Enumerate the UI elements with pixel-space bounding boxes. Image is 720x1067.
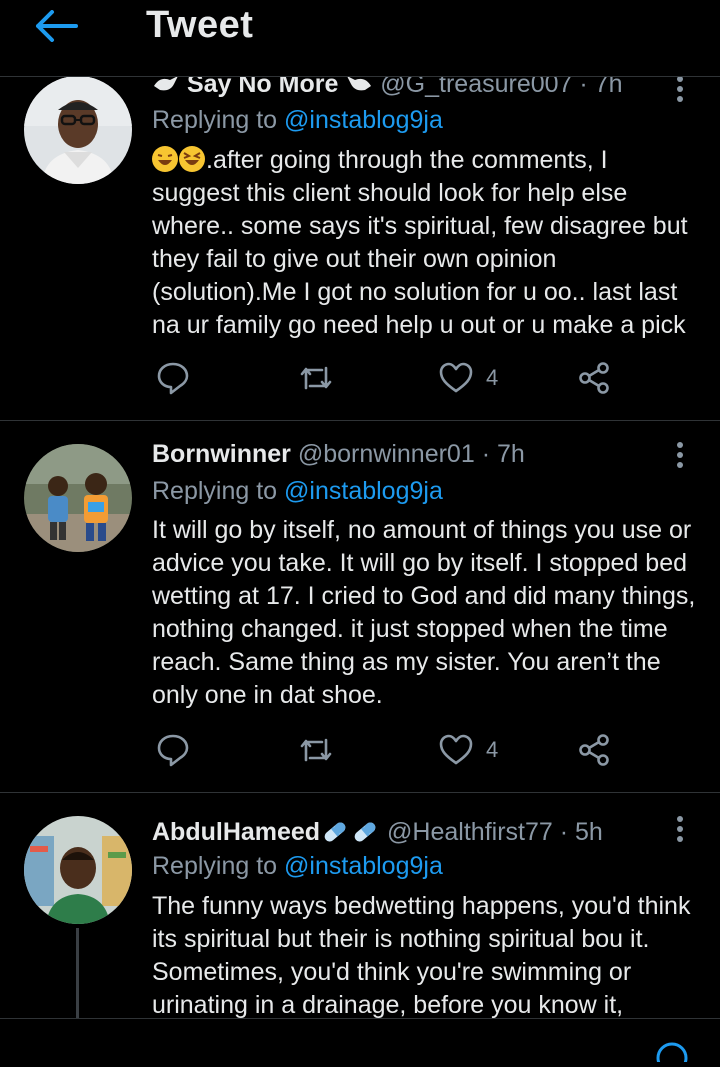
grinning-emoji-icon: [152, 146, 178, 172]
mention-link[interactable]: @instablog9ja: [284, 477, 443, 505]
replying-to: Replying to @instablog9ja: [152, 106, 443, 135]
replying-label: Replying to: [152, 852, 285, 880]
tweet-text: It will go by itself, no amount of thing…: [152, 516, 696, 709]
user-handle: @Healthfirst77: [387, 818, 553, 846]
grinning-emoji-icon: [179, 146, 205, 172]
replying-label: Replying to: [152, 477, 285, 505]
avatar[interactable]: [24, 76, 132, 184]
avatar[interactable]: [24, 816, 132, 924]
user-handle: @bornwinner01: [297, 440, 475, 468]
tweet-reply[interactable]: AbdulHameed @Healthfirst77 · 5h Replying…: [0, 792, 720, 1018]
tweet-text: .after going through the comments, I sug…: [152, 144, 700, 342]
display-name[interactable]: AbdulHameed: [152, 818, 320, 846]
retweet-icon[interactable]: [298, 732, 334, 768]
more-icon[interactable]: [670, 440, 690, 470]
tweet-header: AbdulHameed @Healthfirst77 · 5h: [152, 818, 603, 847]
reply-icon[interactable]: [156, 360, 190, 396]
mention-link[interactable]: @instablog9ja: [284, 106, 443, 134]
reply-icon[interactable]: [156, 732, 190, 768]
tweet-time: · 5h: [559, 818, 603, 846]
mention-link[interactable]: @instablog9ja: [284, 852, 443, 880]
tweet-reply[interactable]: Bornwinner @bornwinner01 · 7h Replying t…: [0, 420, 720, 793]
back-arrow-icon[interactable]: [34, 10, 80, 42]
tweet-header: Bornwinner @bornwinner01 · 7h: [152, 440, 525, 469]
thread-connector: [76, 928, 79, 1018]
emoji-icon[interactable]: [650, 1032, 694, 1067]
more-icon[interactable]: [670, 814, 690, 844]
share-icon[interactable]: [576, 360, 612, 396]
tweet-body: .after going through the comments, I sug…: [152, 146, 688, 339]
replying-to: Replying to @instablog9ja: [152, 852, 443, 881]
replying-to: Replying to @instablog9ja: [152, 477, 443, 506]
display-name[interactable]: Bornwinner: [152, 440, 291, 468]
retweet-icon[interactable]: [298, 360, 334, 396]
replying-label: Replying to: [152, 106, 285, 134]
tweet-reply[interactable]: Say No More @G_treasure007 · 7h Replying…: [0, 60, 720, 421]
tweet-actions: 4: [152, 360, 712, 400]
pill-icon: [350, 820, 380, 844]
pill-icon: [320, 820, 350, 844]
tweet-time: · 7h: [481, 440, 525, 468]
like-icon[interactable]: [438, 360, 474, 396]
share-icon[interactable]: [576, 732, 612, 768]
page-title: Tweet: [146, 4, 254, 46]
like-count: 4: [486, 737, 499, 762]
more-icon[interactable]: [670, 74, 690, 104]
like-icon[interactable]: [438, 732, 474, 768]
like-count: 4: [486, 365, 499, 390]
top-app-bar: Tweet: [0, 0, 720, 77]
avatar[interactable]: [24, 444, 132, 552]
tweet-actions: 4: [152, 732, 712, 772]
reply-bar[interactable]: [0, 1018, 720, 1060]
tweet-text: The funny ways bedwetting happens, you'd…: [152, 892, 691, 1018]
